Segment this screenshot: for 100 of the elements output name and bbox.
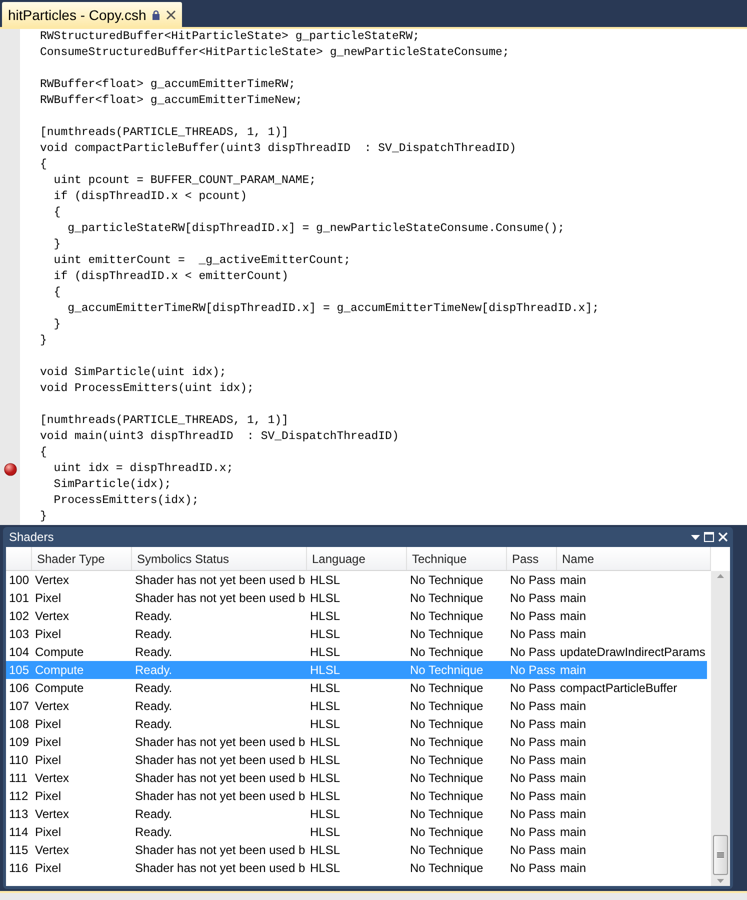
table-cell-text: Shader has not yet been used b xyxy=(134,860,306,877)
close-icon[interactable] xyxy=(166,10,176,20)
code-line: { xyxy=(40,445,47,461)
table-cell-text: 110 xyxy=(8,752,30,769)
table-row[interactable]: 106 Compute Ready. HLSL No Technique No Pass compactParticleBuffer xyxy=(6,679,707,697)
table-cell-text: No Pass xyxy=(509,644,556,661)
table-cell-text: HLSL xyxy=(309,644,342,661)
table-cell-text: No Technique xyxy=(409,608,484,625)
table-cell-text: No Technique xyxy=(409,716,484,733)
table-cell-text: No Technique xyxy=(409,788,484,805)
table-cell-text: 103 xyxy=(8,626,30,643)
table-cell-text: No Pass xyxy=(509,608,556,625)
table-cell-text: Ready. xyxy=(134,716,174,733)
table-row[interactable]: 101 Pixel Shader has not yet been used b HLSL No Technique No Pass main xyxy=(6,589,707,607)
table-cell-text: HLSL xyxy=(309,734,342,751)
code-line: if (dispThreadID.x < pcount) xyxy=(52,189,248,205)
code-line: uint idx = dispThreadID.x; xyxy=(52,461,234,477)
table-cell-text: Ready. xyxy=(134,806,174,823)
table-cell-text: main xyxy=(559,716,588,733)
code-editor[interactable] xyxy=(0,27,747,525)
table-cell-text: No Technique xyxy=(409,806,484,823)
table-cell-text: HLSL xyxy=(309,590,342,607)
table-row[interactable]: 104 Compute Ready. HLSL No Technique No Pass updateDrawIndirectParams xyxy=(6,643,707,661)
table-row[interactable]: 112 Pixel Shader has not yet been used b HLSL No Technique No Pass main xyxy=(6,787,707,805)
column-header[interactable]: Language xyxy=(307,547,407,570)
table-cell-text: Shader has not yet been used b xyxy=(134,788,306,805)
table-cell-text: Ready. xyxy=(134,644,174,661)
table-cell-text: 107 xyxy=(8,698,30,715)
table-cell-text: No Technique xyxy=(409,680,484,697)
table-cell-text: 114 xyxy=(8,824,30,841)
column-header[interactable]: Symbolics Status xyxy=(132,547,307,570)
table-cell-text: main xyxy=(559,770,588,787)
table-cell-text: Ready. xyxy=(134,824,174,841)
code-line: } xyxy=(52,237,61,253)
code-line: SimParticle(idx); xyxy=(52,477,172,493)
breakpoint-icon[interactable] xyxy=(4,462,16,476)
table-cell-text: Ready. xyxy=(134,608,174,625)
table-cell-text: Pixel xyxy=(34,860,62,877)
table-cell-text: Pixel xyxy=(34,824,62,841)
table-cell-text: Ready. xyxy=(134,626,174,643)
table-cell-text: 108 xyxy=(8,716,30,733)
table-row[interactable]: 115 Vertex Shader has not yet been used b HLSL No Technique No Pass main xyxy=(6,841,707,859)
maximize-icon[interactable] xyxy=(704,532,714,542)
table-row[interactable]: 108 Pixel Ready. HLSL No Technique No Pass main xyxy=(6,715,707,733)
code-line: g_accumEmitterTimeRW[dispThreadID.x] = g_accumEmitterTimeNew[dispThreadID.x]; xyxy=(66,301,599,317)
table-cell-text: Shader has not yet been used b xyxy=(134,842,306,859)
table-cell-text: Shader has not yet been used b xyxy=(134,752,306,769)
code-line: void main(uint3 dispThreadID : SV_DispatchThreadID) xyxy=(40,429,399,445)
table-cell-text: No Pass xyxy=(509,806,556,823)
code-line: void compactParticleBuffer(uint3 dispThreadID : SV_DispatchThreadID) xyxy=(40,141,516,157)
table-cell-text: No Technique xyxy=(409,824,484,841)
table-cell-text: main xyxy=(559,842,588,859)
table-cell-text: HLSL xyxy=(309,752,342,769)
table-row[interactable]: 116 Pixel Shader has not yet been used b HLSL No Technique No Pass main xyxy=(6,859,707,877)
code-line: { xyxy=(52,205,61,221)
table-row[interactable]: 113 Vertex Ready. HLSL No Technique No Pass main xyxy=(6,805,707,823)
column-header[interactable]: Pass xyxy=(507,547,557,570)
table-cell-text: updateDrawIndirectParams xyxy=(559,644,706,661)
table-cell-text: Vertex xyxy=(34,572,70,589)
table-cell-text: compactParticleBuffer xyxy=(559,680,678,697)
tab-title: hitParticles - Copy.csh xyxy=(8,6,146,22)
table-cell-text: No Technique xyxy=(409,644,484,661)
code-line: uint emitterCount = _g_activeEmitterCount; xyxy=(52,253,351,269)
table-cell-text: HLSL xyxy=(309,788,342,805)
dropdown-icon[interactable] xyxy=(691,534,700,540)
table-cell-text: main xyxy=(559,806,588,823)
table-cell-text: No Technique xyxy=(409,572,484,589)
table-cell-text: HLSL xyxy=(309,680,342,697)
table-cell-text: main xyxy=(559,824,588,841)
table-cell-text: HLSL xyxy=(309,716,342,733)
scrollbar[interactable] xyxy=(711,571,730,886)
panel-title: Shaders xyxy=(9,530,54,544)
column-header[interactable]: Name xyxy=(557,547,711,570)
table-cell-text: main xyxy=(559,590,588,607)
table-cell-text: Vertex xyxy=(34,806,70,823)
table-cell-text: Compute xyxy=(34,644,85,661)
code-line: RWStructuredBuffer<HitParticleState> g_particleStateRW; xyxy=(40,29,420,45)
table-row[interactable]: 110 Pixel Shader has not yet been used b HLSL No Technique No Pass main xyxy=(6,751,707,769)
table-row[interactable]: 107 Vertex Ready. HLSL No Technique No Pass main xyxy=(6,697,707,715)
table-cell-text: HLSL xyxy=(309,860,342,877)
table-row[interactable]: 109 Pixel Shader has not yet been used b HLSL No Technique No Pass main xyxy=(6,733,707,751)
file-tab[interactable]: hitParticles - Copy.csh xyxy=(2,2,182,27)
table-row[interactable]: 111 Vertex Shader has not yet been used b HLSL No Technique No Pass main xyxy=(6,769,707,787)
table-cell-text: 101 xyxy=(8,590,30,607)
table-cell-text: HLSL xyxy=(309,806,342,823)
column-header[interactable]: Shader Type xyxy=(32,547,132,570)
column-header[interactable]: Technique xyxy=(407,547,507,570)
code-line: [numthreads(PARTICLE_THREADS, 1, 1)] xyxy=(40,413,288,429)
table-row[interactable]: 114 Pixel Ready. HLSL No Technique No Pass main xyxy=(6,823,707,841)
table-row[interactable]: 103 Pixel Ready. HLSL No Technique No Pass main xyxy=(6,625,707,643)
table-row[interactable]: 102 Vertex Ready. HLSL No Technique No Pass main xyxy=(6,607,707,625)
table-cell-text: Vertex xyxy=(34,770,70,787)
table-cell-text: Shader has not yet been used b xyxy=(134,770,306,787)
scroll-thumb[interactable] xyxy=(713,835,728,875)
table-cell-text: No Pass xyxy=(509,842,556,859)
table-cell-text: HLSL xyxy=(309,824,342,841)
table-row[interactable]: 100 Vertex Shader has not yet been used b HLSL No Technique No Pass main xyxy=(6,571,707,589)
code-line: ProcessEmitters(idx); xyxy=(52,493,199,509)
table-cell-text: 115 xyxy=(8,842,30,859)
table-cell-text: 116 xyxy=(8,860,30,877)
